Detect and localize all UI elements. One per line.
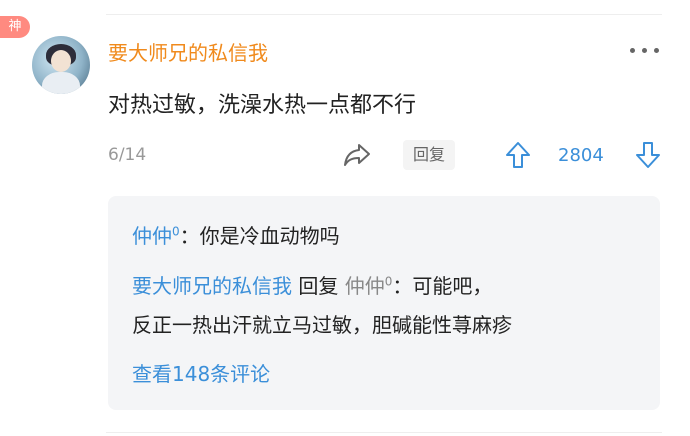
share-icon[interactable] xyxy=(343,142,371,168)
upvote-icon[interactable] xyxy=(504,140,532,170)
reply-text: 你是冷血动物吗 xyxy=(199,224,340,248)
god-comment-badge: 神 xyxy=(0,16,30,38)
comment-text: 对热过敏，洗澡水热一点都不行 xyxy=(108,93,417,118)
author-level: 0 xyxy=(172,224,180,239)
comment-username[interactable]: 要大师兄的私信我 xyxy=(108,37,268,66)
view-more-replies-link[interactable]: 查看148条评论 xyxy=(132,358,270,387)
floor-number: 6/14 xyxy=(108,145,147,165)
more-dot xyxy=(642,48,647,53)
reply-author[interactable]: 要大师兄的私信我 xyxy=(132,274,292,298)
avatar[interactable] xyxy=(32,36,90,94)
more-dot xyxy=(630,48,635,53)
reply-item: 要大师兄的私信我 回复 仲仲0：可能吧， xyxy=(132,270,492,299)
reply-preview-box[interactable]: 仲仲0：你是冷血动物吗 要大师兄的私信我 回复 仲仲0：可能吧， 反正一热出汗就… xyxy=(108,196,660,410)
reply-target[interactable]: 仲仲 xyxy=(345,274,385,298)
reply-text-continued: 反正一热出汗就立马过敏，胆碱能性荨麻疹 xyxy=(132,313,512,337)
more-icon[interactable] xyxy=(630,48,660,56)
more-dot xyxy=(654,48,659,53)
bottom-divider xyxy=(106,432,662,433)
reply-separator: ： xyxy=(392,274,413,298)
avatar-body xyxy=(42,72,80,94)
downvote-icon[interactable] xyxy=(634,140,662,170)
top-divider xyxy=(106,14,662,15)
reply-button[interactable]: 回复 xyxy=(403,140,455,170)
reply-word: 回复 xyxy=(292,274,345,298)
reply-item: 仲仲0：你是冷血动物吗 xyxy=(132,220,340,249)
reply-author[interactable]: 仲仲 xyxy=(132,224,172,248)
reply-text: 可能吧， xyxy=(412,274,493,298)
upvote-count: 2804 xyxy=(558,145,604,166)
avatar-face xyxy=(51,50,71,72)
reply-separator: ： xyxy=(179,224,200,248)
